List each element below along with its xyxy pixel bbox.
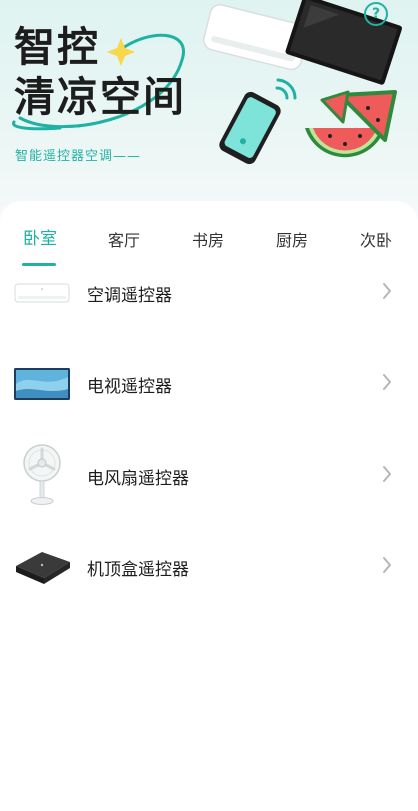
chevron-right-icon — [383, 557, 391, 573]
tv-icon — [14, 368, 70, 400]
hero-title-line1: 智控 — [14, 23, 100, 71]
hero-subtitle: 智能遥控器空调—— — [15, 149, 142, 164]
device-label: 电视遥控器 — [87, 377, 172, 397]
tab-second-bedroom[interactable]: 次卧 — [360, 227, 392, 251]
hero-banner: 智控 清凉空间 智能遥控器空调—— ? — [0, 0, 418, 215]
tab-living-room[interactable]: 客厅 — [108, 227, 140, 251]
tab-kitchen[interactable]: 厨房 — [276, 227, 308, 251]
device-label: 机顶盒遥控器 — [87, 560, 189, 580]
chevron-right-icon — [383, 466, 391, 482]
device-item-fan[interactable]: 电风扇遥控器 — [0, 441, 418, 511]
room-tabs: 卧室 客厅 书房 厨房 次卧 — [0, 221, 418, 266]
device-item-tv[interactable]: 电视遥控器 — [0, 349, 418, 419]
device-item-set-top-box[interactable]: 机顶盒遥控器 — [0, 532, 418, 602]
device-card: 卧室 客厅 书房 厨房 次卧 空调遥控器 电视遥控器 电风扇遥控器 机顶盒遥控器 — [0, 201, 418, 811]
fan-icon — [23, 444, 61, 505]
tab-study[interactable]: 书房 — [192, 227, 224, 251]
device-label: 空调遥控器 — [87, 286, 172, 306]
chevron-right-icon — [383, 283, 391, 299]
remote-control-home: 智控 清凉空间 智能遥控器空调—— ? 卧室 客厅 书房 厨房 次卧 空调遥控器 — [0, 0, 418, 811]
chevron-right-icon — [383, 374, 391, 390]
air-conditioner-icon — [14, 283, 70, 303]
set-top-box-icon — [16, 552, 70, 584]
hero-title: 智控 清凉空间 — [14, 22, 186, 122]
device-item-air-conditioner[interactable]: 空调遥控器 — [0, 258, 418, 328]
hero-title-line2: 清凉空间 — [14, 73, 186, 121]
device-label: 电风扇遥控器 — [87, 469, 189, 489]
tab-bedroom[interactable]: 卧室 — [23, 224, 57, 249]
help-icon[interactable]: ? — [364, 2, 388, 26]
